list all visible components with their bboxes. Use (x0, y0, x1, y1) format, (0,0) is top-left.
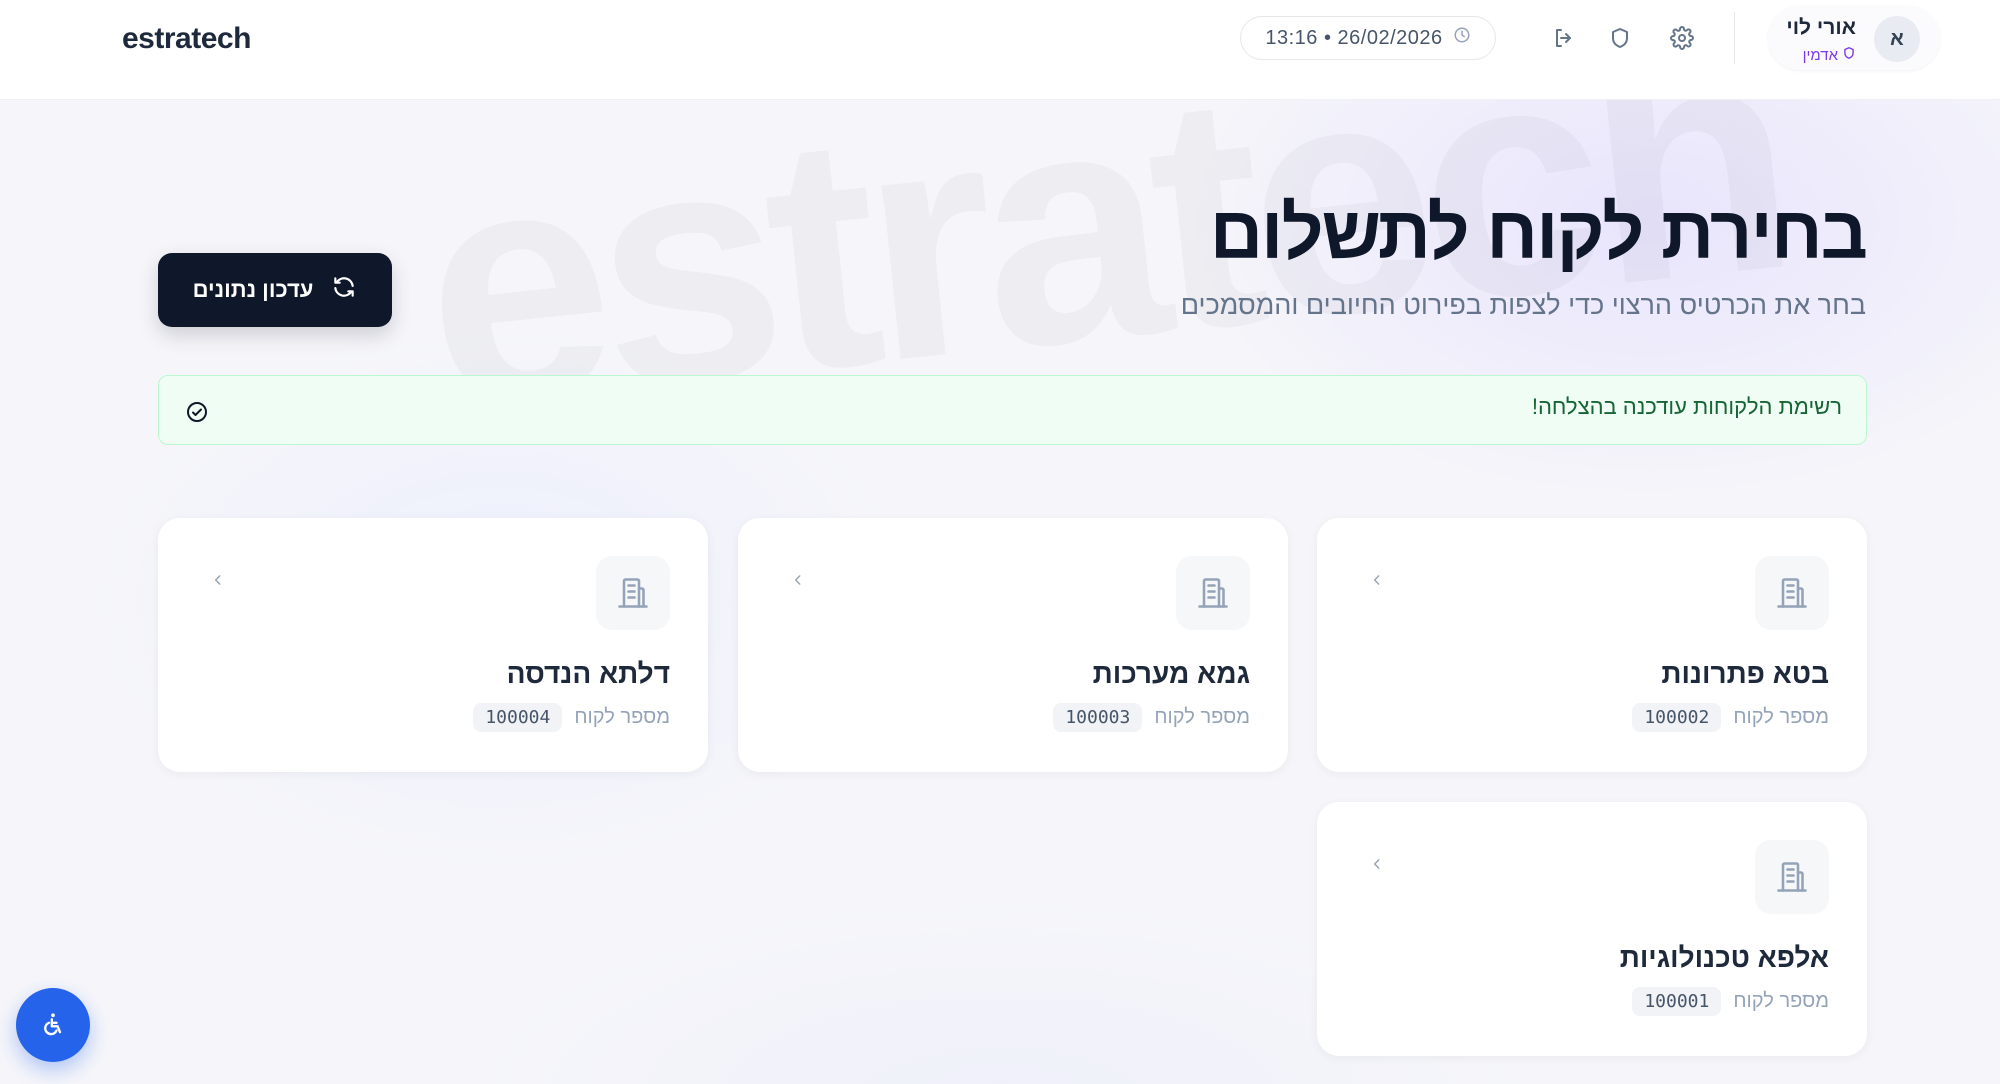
customer-meta: מספר לקוח 100002 (1632, 703, 1829, 732)
customer-name: גמא מערכות (1092, 658, 1250, 689)
customer-card[interactable]: דלתא הנדסה מספר לקוח 100004 (158, 518, 708, 772)
customer-meta: מספר לקוח 100004 (473, 703, 670, 732)
building-icon (1755, 556, 1829, 630)
success-alert: רשימת הלקוחות עודכנה בהצלחה! (158, 375, 1867, 445)
chevron-left-icon (1367, 570, 1387, 590)
customer-id-label: מספר לקוח (1733, 706, 1829, 728)
check-circle-icon[interactable] (183, 398, 211, 426)
customer-id: 100004 (473, 703, 563, 732)
refresh-label: עדכון נתונים (192, 277, 314, 302)
top-header: estratech 13:16 • 26/02/2026 א אורי לוי … (0, 0, 2000, 100)
chevron-left-icon (1367, 854, 1387, 874)
customer-card[interactable]: בטא פתרונות מספר לקוח 100002 (1317, 518, 1867, 772)
user-name: אורי לוי (1786, 16, 1856, 39)
customer-id-label: מספר לקוח (1154, 706, 1250, 728)
accessibility-icon (39, 1010, 67, 1041)
avatar: א (1874, 16, 1920, 62)
logout-icon[interactable] (1548, 22, 1580, 54)
datetime-text: 13:16 • 26/02/2026 (1265, 26, 1443, 49)
gear-icon[interactable] (1666, 22, 1698, 54)
customer-meta: מספר לקוח 100001 (1632, 987, 1829, 1016)
datetime-pill: 13:16 • 26/02/2026 (1240, 16, 1496, 60)
header-divider (1734, 12, 1735, 64)
role-shield-icon (1842, 46, 1856, 64)
customer-id: 100003 (1053, 703, 1143, 732)
refresh-icon (331, 274, 357, 306)
user-role-label: אדמין (1802, 46, 1838, 64)
customer-name: אלפא טכנולוגיות (1619, 942, 1829, 973)
customer-card[interactable]: גמא מערכות מספר לקוח 100003 (738, 518, 1288, 772)
page-subtitle: בחר את הכרטיס הרצוי כדי לצפות בפירוט החי… (1180, 290, 1866, 320)
customer-name: דלתא הנדסה (506, 658, 670, 689)
customer-meta: מספר לקוח 100003 (1053, 703, 1250, 732)
shield-icon[interactable] (1604, 22, 1636, 54)
building-icon (1755, 840, 1829, 914)
refresh-data-button[interactable]: עדכון נתונים (158, 253, 392, 327)
building-icon (596, 556, 670, 630)
chevron-left-icon (208, 570, 228, 590)
building-icon (1176, 556, 1250, 630)
alert-message: רשימת הלקוחות עודכנה בהצלחה! (1531, 394, 1842, 419)
user-role: אדמין (1803, 46, 1856, 64)
logo[interactable]: estratech (122, 22, 251, 56)
customer-id: 100001 (1632, 987, 1722, 1016)
customer-card[interactable]: אלפא טכנולוגיות מספר לקוח 100001 (1317, 802, 1867, 1056)
page-title: בחירת לקוח לתשלום (1209, 191, 1868, 274)
user-menu[interactable]: א אורי לוי אדמין (1768, 6, 1940, 70)
customer-id-label: מספר לקוח (1733, 990, 1829, 1012)
accessibility-button[interactable] (16, 988, 90, 1062)
customer-id-label: מספר לקוח (574, 706, 670, 728)
clock-icon (1453, 26, 1471, 50)
customer-name: בטא פתרונות (1661, 658, 1829, 689)
customer-id: 100002 (1632, 703, 1722, 732)
chevron-left-icon (788, 570, 808, 590)
